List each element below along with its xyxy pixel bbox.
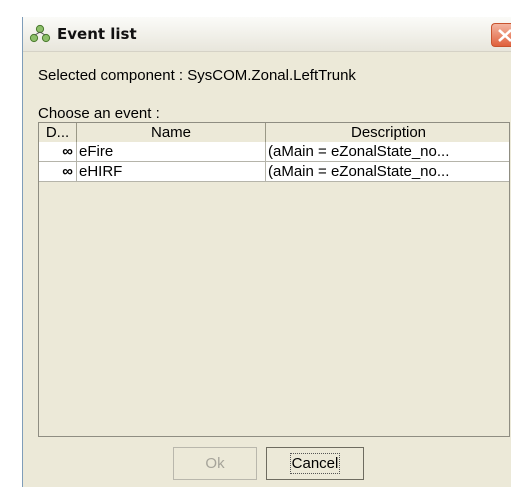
selected-component-line: Selected component : SysCOM.Zonal.LeftTr… — [38, 67, 356, 84]
event-table: D... Name Description ∞ eFire (aMain = e… — [38, 122, 510, 437]
selected-component-label: Selected component : — [38, 67, 184, 84]
row-description-cell: (aMain = eZonalState_no... — [268, 143, 450, 160]
choose-event-label: Choose an event : — [38, 105, 160, 122]
row-d-cell: ∞ — [39, 142, 77, 161]
table-header: D... Name Description — [39, 123, 509, 143]
row-d-cell: ∞ — [39, 162, 77, 181]
column-header-name[interactable]: Name — [77, 123, 266, 142]
table-row[interactable]: ∞ eHIRF (aMain = eZonalState_no... — [39, 162, 509, 182]
event-list-dialog: Event list Selected component : SysCOM.Z… — [22, 17, 511, 487]
selected-component-value: SysCOM.Zonal.LeftTrunk — [187, 67, 356, 84]
close-icon — [498, 29, 511, 42]
row-description-cell: (aMain = eZonalState_no... — [268, 163, 450, 180]
ok-button[interactable]: Ok — [173, 447, 257, 480]
title-bar[interactable]: Event list — [23, 17, 511, 52]
row-name-cell: eHIRF — [77, 162, 266, 181]
cancel-button[interactable]: Cancel — [266, 447, 364, 480]
row-name-cell: eFire — [77, 142, 266, 161]
window-title: Event list — [57, 25, 137, 43]
column-header-description[interactable]: Description — [266, 123, 509, 142]
focus-ring — [290, 453, 340, 474]
column-header-d[interactable]: D... — [39, 123, 77, 142]
table-row[interactable]: ∞ eFire (aMain = eZonalState_no... — [39, 142, 509, 162]
component-tree-icon — [29, 24, 51, 44]
close-button[interactable] — [491, 23, 511, 47]
